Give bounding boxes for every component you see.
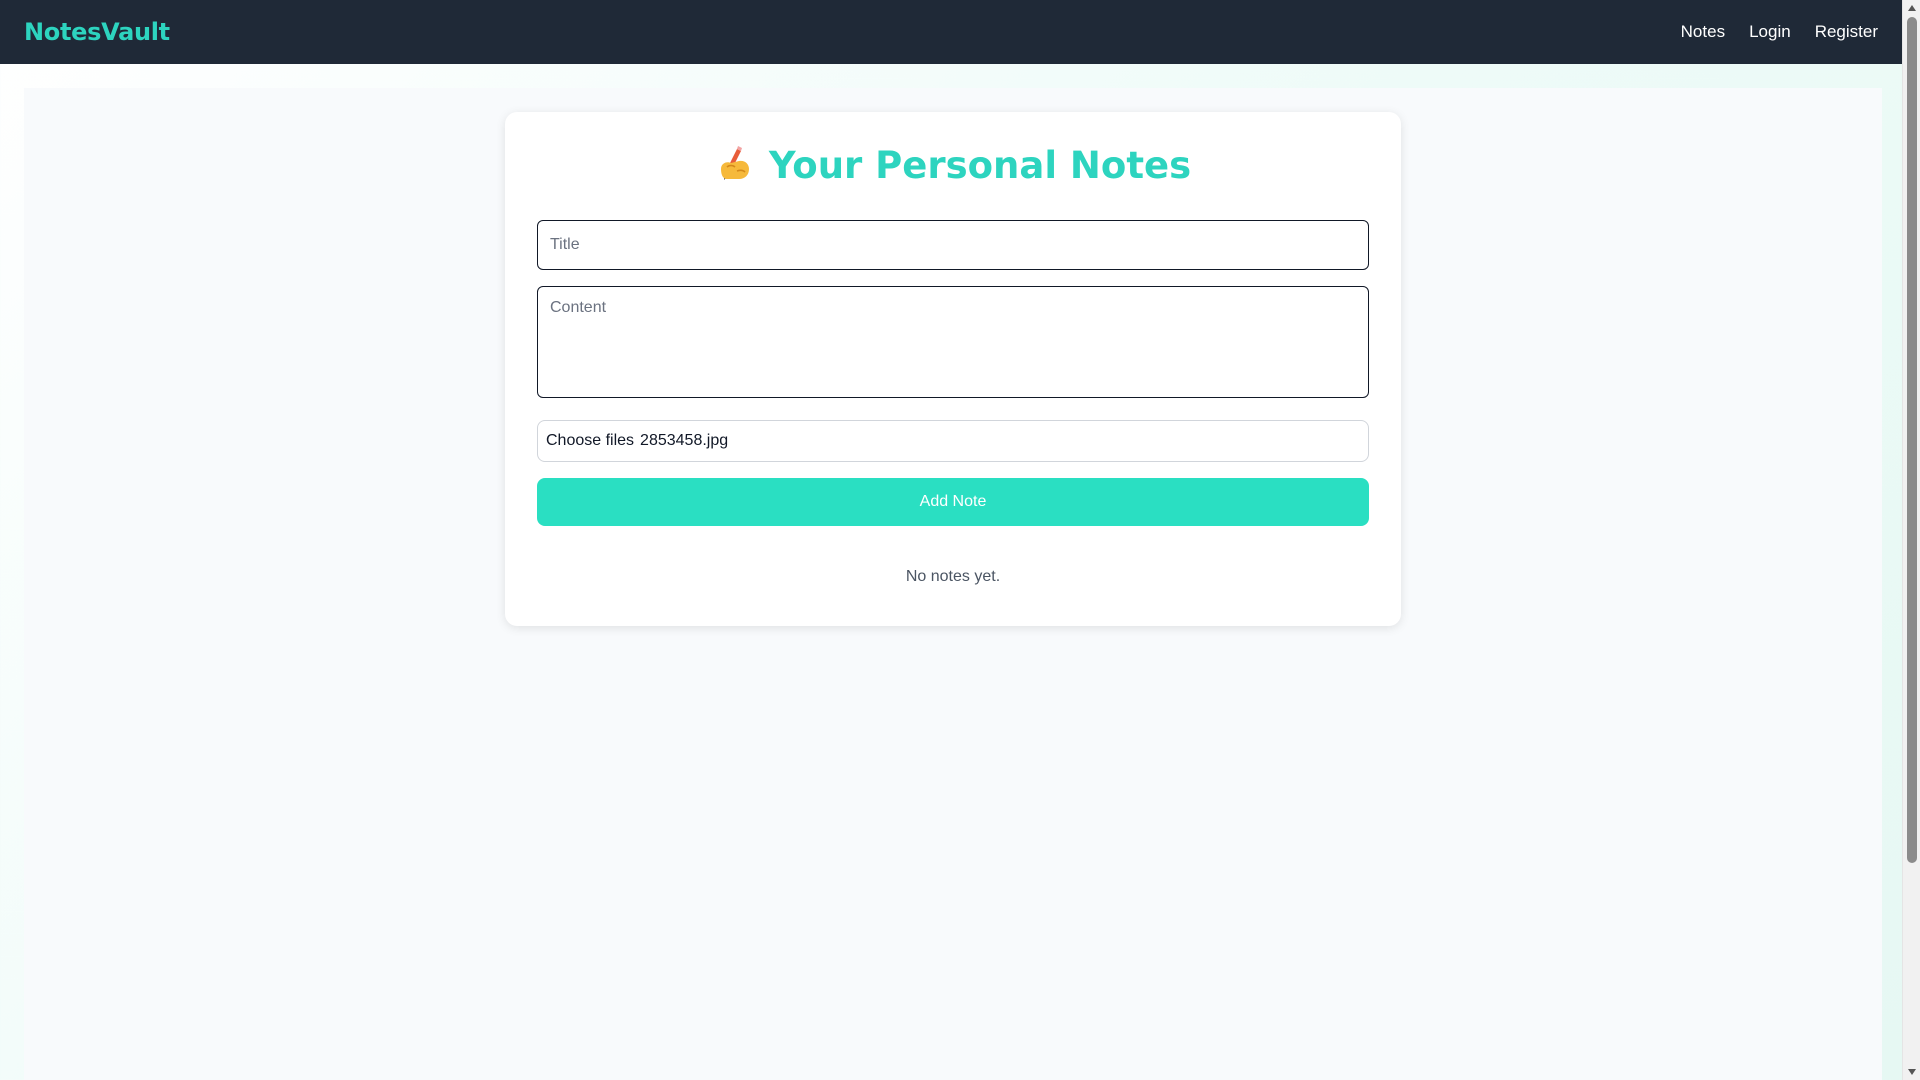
notes-card: Your Personal Notes Choose files 2853458…: [505, 112, 1401, 626]
brand-logo[interactable]: NotesVault: [24, 18, 170, 46]
selected-file-name: 2853458.jpg: [640, 432, 729, 449]
vertical-scrollbar[interactable]: [1902, 0, 1920, 1080]
nav-link-notes[interactable]: Notes: [1681, 22, 1725, 42]
nav-links: Notes Login Register: [1681, 22, 1878, 42]
scroll-down-arrow-icon[interactable]: [1903, 1064, 1920, 1080]
choose-files-button[interactable]: Choose files: [546, 432, 634, 450]
nav-link-login[interactable]: Login: [1749, 22, 1791, 42]
nav-link-register[interactable]: Register: [1815, 22, 1878, 42]
scroll-up-arrow-icon[interactable]: [1903, 0, 1920, 16]
writing-hand-icon: [715, 145, 755, 185]
add-note-button[interactable]: Add Note: [537, 478, 1369, 526]
empty-notes-message: No notes yet.: [905, 568, 1001, 585]
title-input[interactable]: [537, 220, 1369, 270]
scrollbar-thumb[interactable]: [1907, 17, 1917, 863]
file-input[interactable]: Choose files 2853458.jpg: [537, 420, 1369, 462]
page-title: Your Personal Notes: [537, 142, 1369, 188]
page-title-text: Your Personal Notes: [768, 143, 1192, 187]
navbar: NotesVault Notes Login Register: [0, 0, 1902, 64]
content-textarea[interactable]: [537, 286, 1369, 398]
